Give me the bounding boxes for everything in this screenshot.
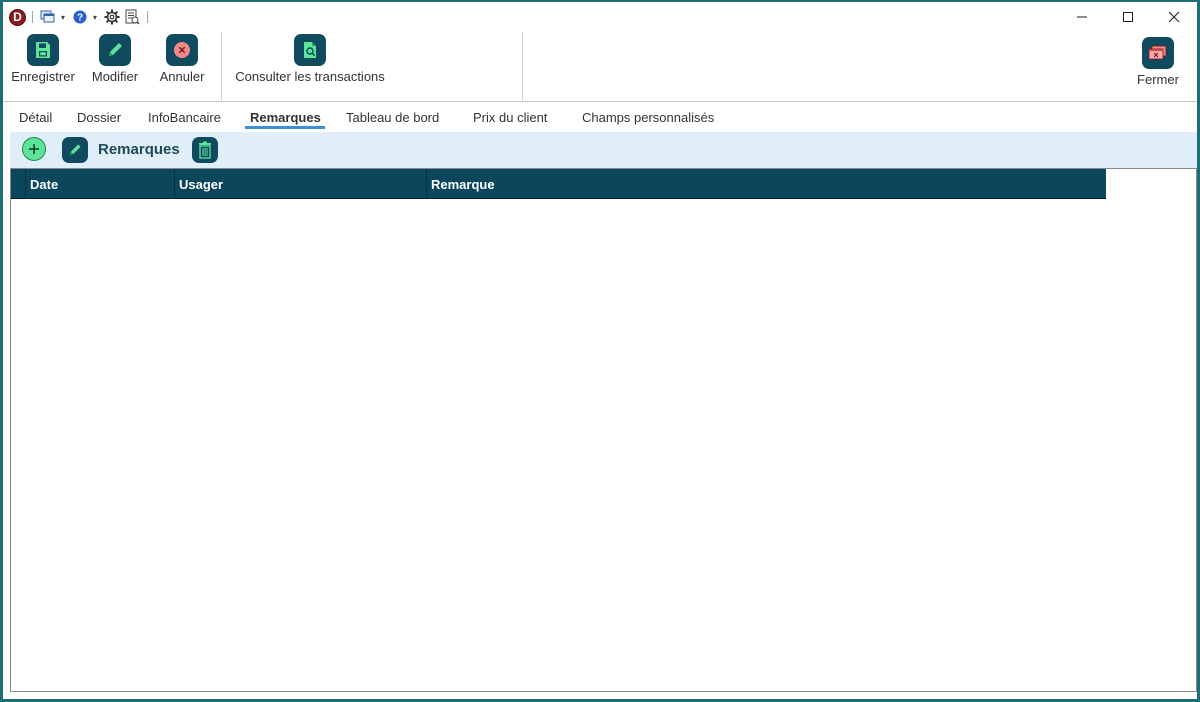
tab-bar: Détail Dossier InfoBancaire Remarques Ta… [3,102,1197,132]
main-window: D ▾ ? ▾ Enregistrer Modifier Annuler Con… [0,0,1200,702]
document-search-icon [294,34,326,66]
close-button[interactable] [1151,2,1197,32]
save-button-label: Enregistrer [11,69,75,84]
panel-title: Remarques [98,141,180,158]
chevron-down-icon[interactable]: ▾ [59,8,67,26]
trash-icon[interactable] [192,137,218,163]
ribbon-separator [522,32,523,100]
add-icon[interactable] [22,137,46,161]
title-bar: D ▾ ? ▾ [3,2,1197,32]
column-header-date[interactable]: Date [26,169,175,199]
ribbon-toolbar: Enregistrer Modifier Annuler Consulter l… [3,32,1197,102]
tab-champs-personnalises[interactable]: Champs personnalisés [582,110,714,125]
save-button[interactable]: Enregistrer [11,34,75,84]
save-icon [27,34,59,66]
quick-access-separator [32,11,33,23]
view-transactions-button[interactable]: Consulter les transactions [233,34,387,84]
quick-access-toolbar: D ▾ ? ▾ [3,2,152,32]
close-window-icon [1142,37,1174,69]
view-transactions-label: Consulter les transactions [235,69,385,84]
app-logo-icon[interactable]: D [9,8,26,26]
tab-detail[interactable]: Détail [19,110,52,125]
tab-prix-du-client[interactable]: Prix du client [473,110,547,125]
cancel-icon [166,34,198,66]
quick-access-separator [147,11,148,23]
tab-tableau-de-bord[interactable]: Tableau de bord [346,110,439,125]
report-icon[interactable] [123,8,141,26]
help-icon[interactable]: ? [71,8,89,26]
edit-button-label: Modifier [91,69,139,84]
grid-header: Date Usager Remarque [11,169,1106,199]
minimize-button[interactable] [1059,2,1105,32]
tab-dossier[interactable]: Dossier [77,110,121,125]
close-window-button[interactable]: Fermer [1133,37,1183,87]
gear-icon[interactable] [103,8,121,26]
pencil-icon [99,34,131,66]
tab-infobancaire[interactable]: InfoBancaire [148,110,221,125]
ribbon-separator [221,32,222,100]
windows-icon[interactable] [39,8,57,26]
edit-button[interactable]: Modifier [85,34,145,84]
close-window-label: Fermer [1137,72,1179,87]
active-tab-indicator [245,126,325,129]
column-header-usager[interactable]: Usager [175,169,427,199]
cancel-button-label: Annuler [159,69,205,84]
remarks-grid[interactable]: Date Usager Remarque [10,168,1197,692]
pencil-icon[interactable] [62,137,88,163]
cancel-button[interactable]: Annuler [155,34,209,84]
row-indicator-header [11,169,26,199]
remarks-toolbar: Remarques [10,132,1197,168]
window-controls [1059,2,1197,32]
column-header-remarque[interactable]: Remarque [427,169,1106,199]
maximize-button[interactable] [1105,2,1151,32]
tab-remarques[interactable]: Remarques [250,110,321,125]
svg-text:?: ? [77,13,83,24]
chevron-down-icon[interactable]: ▾ [91,8,99,26]
